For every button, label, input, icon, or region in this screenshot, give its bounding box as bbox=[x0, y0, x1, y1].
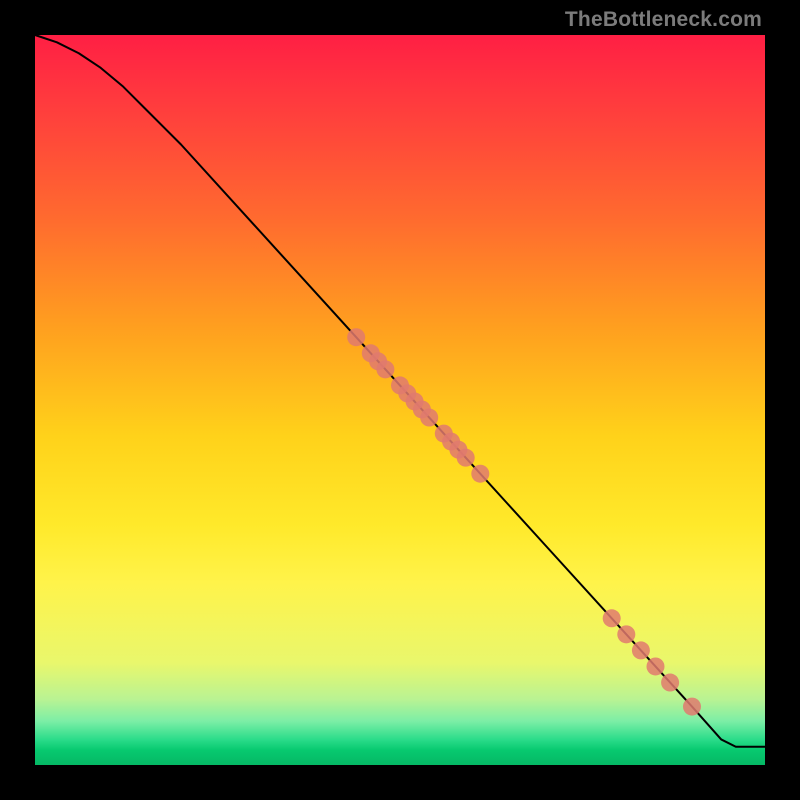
data-point bbox=[603, 609, 621, 627]
data-point bbox=[617, 625, 635, 643]
data-point bbox=[647, 657, 665, 675]
chart-stage: TheBottleneck.com bbox=[0, 0, 800, 800]
data-point bbox=[457, 449, 475, 467]
watermark-text: TheBottleneck.com bbox=[565, 8, 762, 32]
data-point bbox=[420, 409, 438, 427]
data-point bbox=[376, 360, 394, 378]
data-point bbox=[347, 328, 365, 346]
data-point bbox=[683, 698, 701, 716]
chart-overlay bbox=[35, 35, 765, 765]
data-point bbox=[632, 641, 650, 659]
data-point bbox=[471, 465, 489, 483]
data-point bbox=[661, 674, 679, 692]
